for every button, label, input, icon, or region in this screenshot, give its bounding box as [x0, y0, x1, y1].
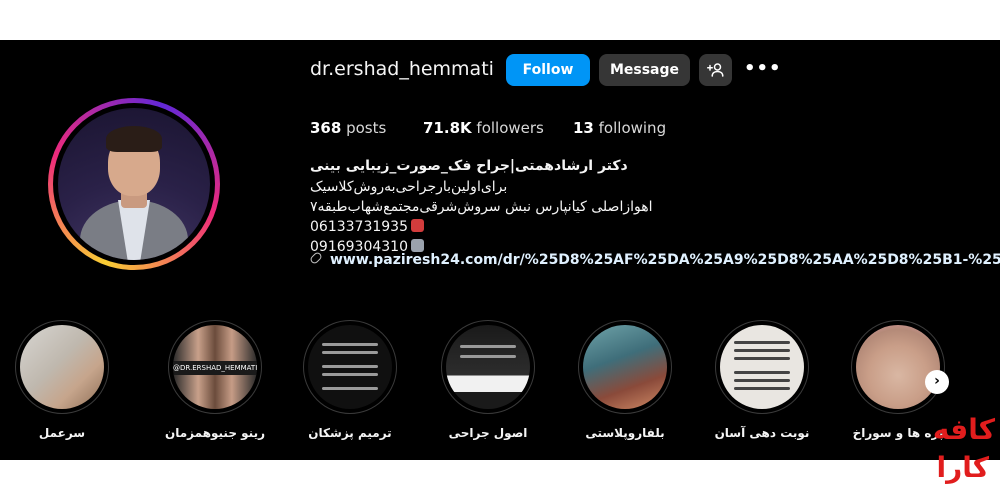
- highlight-cover: @DR.ERSHAD_HEMMATI: [173, 325, 257, 409]
- bio-line-1: برای‌اولین‌بارجراحی‌به‌روش‌کلاسیک: [310, 179, 508, 195]
- highlight-ring: @DR.ERSHAD_HEMMATI: [168, 320, 262, 414]
- username: dr.ershad_hemmati: [310, 58, 494, 80]
- highlight-ring: [578, 320, 672, 414]
- cover-text-line: [460, 355, 516, 358]
- highlight-cover: [20, 325, 104, 409]
- cover-text-line: [322, 373, 378, 376]
- posts-count: 368: [310, 119, 342, 137]
- cover-text-line: [734, 357, 790, 360]
- bio-line-2: اهوازاصلی کیانپارس نبش سروش‌شرقی‌مجتمع‌ش…: [310, 199, 653, 215]
- followers-label: followers: [476, 119, 544, 137]
- highlight-item[interactable]: بلفاروپلاستی: [565, 320, 685, 440]
- highlight-item[interactable]: ترمیم پزشکان: [290, 320, 410, 440]
- avatar-hair: [106, 126, 162, 152]
- highlight-item[interactable]: نوبت دهی آسان: [702, 320, 822, 440]
- cover-text-line: [734, 379, 790, 382]
- bio-phone-1: 06133731935: [310, 219, 408, 235]
- highlight-ring: [15, 320, 109, 414]
- bio-link[interactable]: www.paziresh24.com/dr/%25D8%25AF%25DA%25…: [308, 250, 1000, 268]
- highlight-label: اصول جراحی: [448, 426, 528, 440]
- highlight-cover: [583, 325, 667, 409]
- chevron-right-icon[interactable]: ›: [925, 370, 949, 394]
- highlight-label: بلفاروپلاستی: [585, 426, 665, 440]
- highlight-cover: [446, 325, 530, 409]
- highlight-item[interactable]: اصول جراحی: [428, 320, 548, 440]
- highlight-label: نوبت دهی آسان: [714, 426, 810, 440]
- highlight-ring: [303, 320, 397, 414]
- profile-avatar[interactable]: [48, 98, 220, 270]
- cover-text-line: [734, 341, 790, 344]
- avatar-photo: [58, 108, 210, 260]
- highlight-banner: @DR.ERSHAD_HEMMATI: [173, 361, 257, 375]
- cover-text-line: [322, 365, 378, 368]
- cover-text-line: [322, 351, 378, 354]
- cover-text-line: [460, 345, 516, 348]
- bio-phone-1-row: 06133731935: [310, 219, 424, 235]
- highlight-label: ترمیم پزشکان: [308, 426, 392, 440]
- highlight-ring: [851, 320, 945, 414]
- highlight-ring: [715, 320, 809, 414]
- followers-count: 71.8K: [423, 119, 472, 137]
- highlight-cover: [308, 325, 392, 409]
- more-options-icon[interactable]: •••: [744, 58, 781, 82]
- cover-text-line: [322, 343, 378, 346]
- avatar-border: [53, 103, 215, 265]
- highlight-ring: [441, 320, 535, 414]
- telephone-icon: [410, 219, 424, 232]
- follow-button[interactable]: Follow: [506, 54, 590, 86]
- following-stat[interactable]: 13 following: [573, 119, 666, 137]
- cover-text-line: [734, 371, 790, 374]
- following-count: 13: [573, 119, 594, 137]
- highlight-cover: [720, 325, 804, 409]
- highlight-item[interactable]: @DR.ERSHAD_HEMMATI رینو جنیوهمزمان: [155, 320, 275, 440]
- cover-text-line: [322, 387, 378, 390]
- highlight-label: رینو جنیوهمزمان: [165, 426, 265, 440]
- add-user-icon: [706, 63, 723, 77]
- watermark-line-2: کارا: [936, 451, 989, 484]
- cover-text-line: [734, 349, 790, 352]
- highlight-cover: [856, 325, 940, 409]
- profile-panel: dr.ershad_hemmati Follow Message ••• 368…: [0, 40, 1000, 460]
- followers-stat[interactable]: 71.8K followers: [423, 119, 544, 137]
- message-button[interactable]: Message: [599, 54, 690, 86]
- mobile-phone-icon: [410, 239, 424, 252]
- watermark-logo: کافه کارا: [925, 416, 995, 496]
- watermark-line-1: کافه: [932, 413, 995, 446]
- highlight-label: سرعمل: [38, 426, 86, 440]
- cover-text-line: [734, 387, 790, 390]
- suggest-accounts-button[interactable]: [699, 54, 732, 86]
- bio-name: دکتر ارشادهمتی|جراح فک_صورت_زیبایی بینی: [310, 158, 628, 174]
- highlight-item[interactable]: سرعمل: [2, 320, 122, 440]
- bio-link-text: www.paziresh24.com/dr/%25D8%25AF%25DA%25…: [330, 252, 1000, 268]
- link-icon: [308, 250, 324, 266]
- posts-label: posts: [346, 119, 387, 137]
- following-label: following: [598, 119, 667, 137]
- posts-stat: 368 posts: [310, 119, 386, 137]
